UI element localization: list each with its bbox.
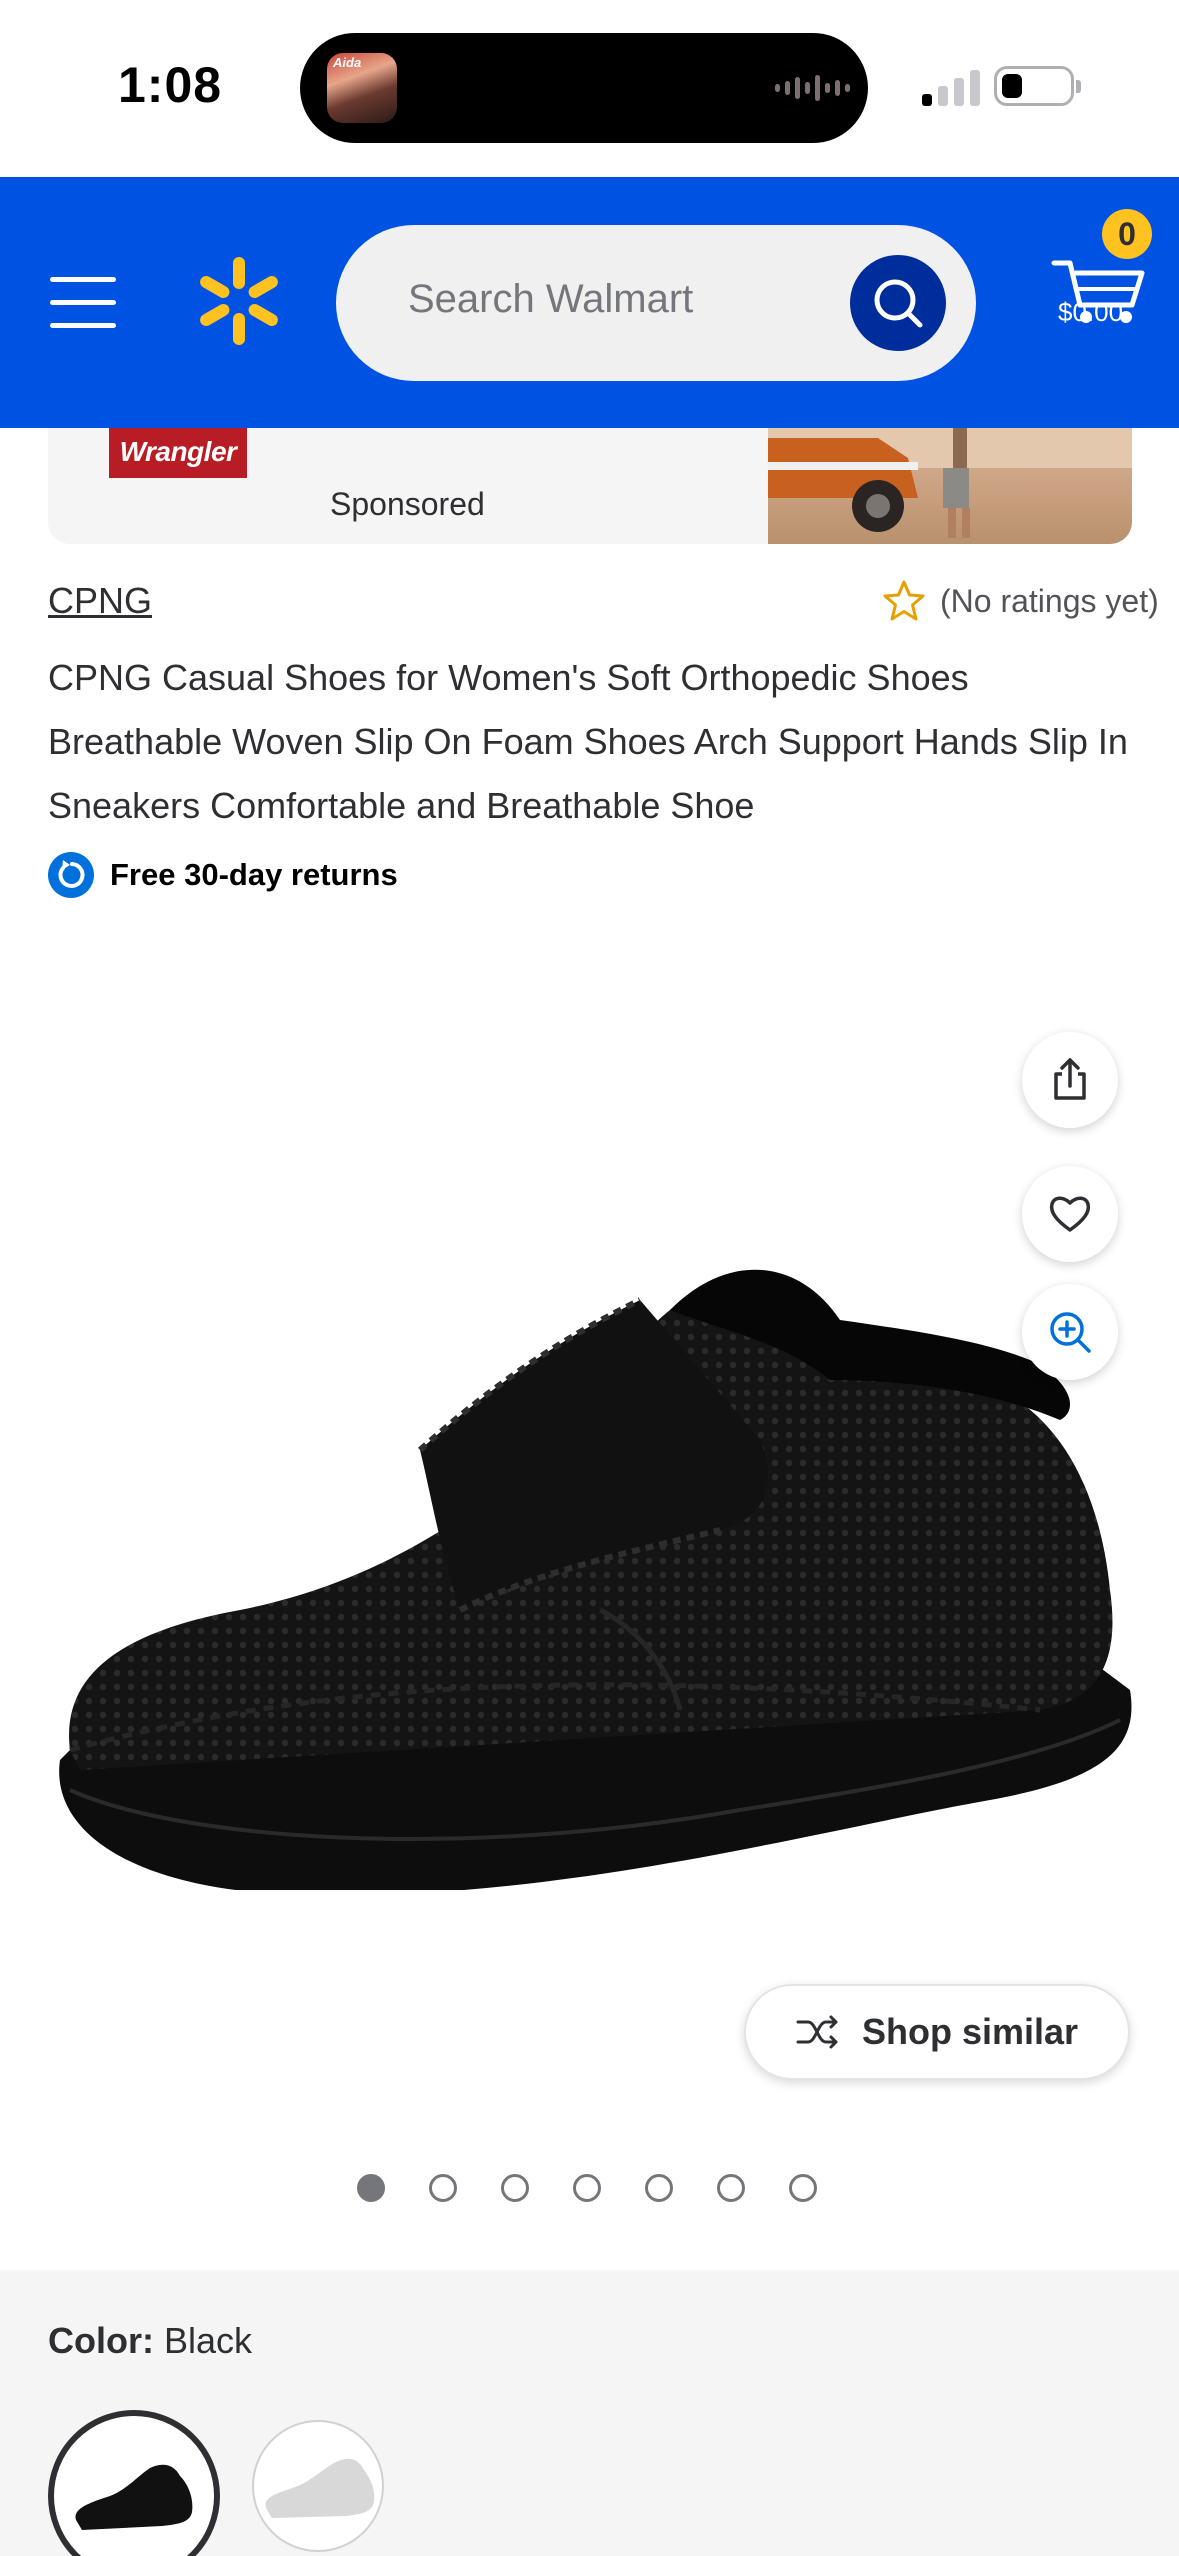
share-icon — [1054, 1058, 1086, 1100]
carousel-dot[interactable] — [645, 2174, 673, 2202]
carousel-dot[interactable] — [573, 2174, 601, 2202]
share-button[interactable] — [1022, 1032, 1118, 1128]
cellular-signal-icon — [922, 66, 980, 106]
rating-text: (No ratings yet) — [940, 582, 1159, 619]
status-time: 1:08 — [118, 57, 223, 113]
battery-icon — [994, 66, 1081, 106]
now-playing-artwork[interactable]: Aida — [327, 53, 397, 123]
search-button[interactable] — [850, 255, 946, 351]
search-icon — [874, 279, 923, 328]
wrangler-logo: Wrangler — [109, 428, 247, 478]
color-label: Color: — [48, 2320, 154, 2361]
sponsored-label: Sponsored — [330, 486, 485, 522]
walmart-spark-icon[interactable] — [196, 257, 282, 345]
color-label-row: Color: Black — [48, 2320, 252, 2362]
carousel-dot[interactable] — [429, 2174, 457, 2202]
favorite-button[interactable] — [1022, 1166, 1118, 1262]
free-returns-badge[interactable]: Free 30-day returns — [48, 852, 398, 898]
brand-link[interactable]: CPNG — [48, 580, 152, 622]
audio-waveform-icon — [775, 74, 850, 102]
color-swatch-black[interactable] — [48, 2410, 220, 2556]
shop-similar-label: Shop similar — [861, 2011, 1079, 2052]
color-swatch-white[interactable] — [252, 2420, 384, 2552]
heart-icon — [1049, 1196, 1091, 1232]
color-value: Black — [164, 2320, 253, 2361]
zoom-in-icon — [1050, 1312, 1091, 1353]
cart-total: $0.00 — [1058, 297, 1124, 327]
search-placeholder: Search Walmart — [408, 277, 694, 321]
shop-similar-button[interactable]: Shop similar — [744, 1984, 1130, 2080]
cart-count-badge: 0 — [1102, 209, 1152, 259]
sponsored-ad-banner[interactable]: Wrangler Sponsored — [48, 428, 1132, 544]
walmart-header: Search Walmart — [0, 177, 1179, 428]
carousel-dot[interactable] — [357, 2174, 385, 2202]
returns-icon — [48, 852, 94, 898]
now-playing-artwork-label: Aida — [333, 55, 362, 70]
ad-image — [768, 428, 1132, 544]
search-input[interactable]: Search Walmart — [336, 225, 976, 381]
carousel-dot[interactable] — [501, 2174, 529, 2202]
color-selector: Color: Black — [0, 2270, 1179, 2556]
free-returns-text: Free 30-day returns — [110, 857, 398, 892]
product-title: CPNG Casual Shoes for Women's Soft Ortho… — [48, 657, 1128, 826]
status-bar: 1:08 Aida — [0, 0, 1179, 177]
carousel-dot[interactable] — [789, 2174, 817, 2202]
carousel-dot[interactable] — [717, 2174, 745, 2202]
menu-icon[interactable] — [50, 277, 116, 329]
carousel-pagination — [357, 2174, 817, 2202]
zoom-button[interactable] — [1022, 1284, 1118, 1380]
star-outline-icon — [883, 580, 925, 621]
rating[interactable]: (No ratings yet) — [882, 580, 1159, 622]
shuffle-icon — [796, 2015, 838, 2049]
product-image[interactable] — [40, 1190, 1150, 1890]
